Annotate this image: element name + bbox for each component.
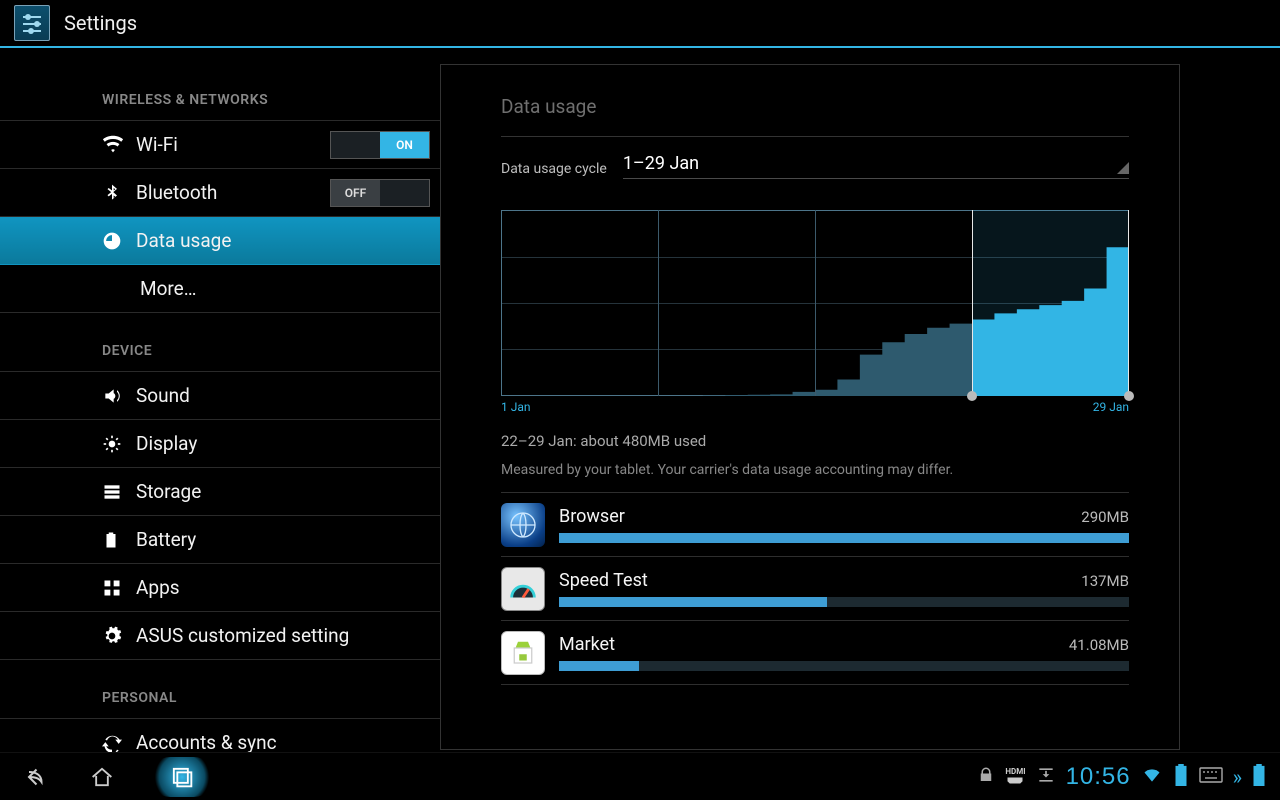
data-usage-panel: Data usage Data usage cycle 1–29 Jan (440, 64, 1180, 750)
app-name: Speed Test (559, 570, 1081, 591)
sidebar-item-more[interactable]: More… (0, 265, 440, 313)
sidebar-item-storage[interactable]: Storage (0, 468, 440, 516)
cycle-selector[interactable]: Data usage cycle 1–29 Jan (501, 137, 1129, 192)
range-handle-right[interactable] (1124, 391, 1134, 401)
app-size: 137MB (1081, 572, 1129, 590)
sidebar-item-battery[interactable]: Battery (0, 516, 440, 564)
expand-chevrons-icon[interactable]: » (1233, 765, 1242, 789)
settings-sidebar: WIRELESS & NETWORKS Wi-Fi ON Bluetooth O… (0, 48, 440, 752)
sidebar-item-accounts[interactable]: Accounts & sync (0, 719, 440, 752)
app-row[interactable]: Browser290MB (501, 493, 1129, 557)
sidebar-item-apps[interactable]: Apps (0, 564, 440, 612)
sidebar-item-asus-custom[interactable]: ASUS customized setting (0, 612, 440, 660)
sidebar-item-label: ASUS customized setting (136, 624, 440, 647)
sidebar-item-label: Wi-Fi (136, 133, 330, 156)
cycle-label: Data usage cycle (501, 161, 607, 179)
sidebar-item-label: Sound (136, 384, 440, 407)
app-row[interactable]: Market41.08MB (501, 621, 1129, 685)
sidebar-item-label: Display (136, 432, 440, 455)
wifi-toggle[interactable]: ON (330, 131, 430, 159)
bluetooth-icon (102, 183, 136, 203)
xaxis-start: 1 Jan (501, 400, 531, 414)
sidebar-item-label: Storage (136, 480, 440, 503)
home-button[interactable] (82, 757, 122, 797)
dropdown-corner-icon (1117, 162, 1129, 174)
wifi-icon (102, 134, 136, 156)
data-usage-icon (102, 231, 136, 251)
lock-icon[interactable] (977, 766, 995, 788)
apps-icon (102, 578, 136, 598)
download-icon[interactable] (1036, 765, 1056, 789)
sidebar-item-label: Apps (136, 576, 440, 599)
sidebar-item-label: Battery (136, 528, 440, 551)
battery-status-icon (1173, 764, 1189, 790)
sidebar-item-display[interactable]: Display (0, 420, 440, 468)
sidebar-item-bluetooth[interactable]: Bluetooth OFF (0, 169, 440, 217)
hdmi-icon: HDMI (1005, 768, 1025, 785)
gear-icon (102, 626, 136, 646)
brightness-icon (102, 434, 136, 454)
keyboard-status-icon (1199, 767, 1223, 787)
app-name: Browser (559, 506, 1081, 527)
app-usage-list: Browser290MBSpeed Test137MBMarket41.08MB (501, 493, 1129, 685)
status-clock[interactable]: 10:56 (1066, 763, 1131, 791)
app-usage-bar (559, 533, 1129, 543)
sidebar-section-device: DEVICE (0, 313, 440, 372)
storage-icon (102, 482, 136, 502)
cycle-value: 1–29 Jan (623, 153, 1117, 174)
sidebar-section-wireless: WIRELESS & NETWORKS (0, 48, 440, 121)
usage-summary: 22–29 Jan: about 480MB used (501, 414, 1129, 456)
recent-apps-button[interactable] (150, 757, 214, 797)
sidebar-item-data-usage[interactable]: Data usage (0, 217, 440, 265)
settings-icon (14, 5, 50, 41)
bluetooth-toggle[interactable]: OFF (330, 179, 430, 207)
toggle-on-label: ON (380, 132, 429, 158)
back-button[interactable] (14, 757, 54, 797)
toggle-off-label: OFF (331, 180, 380, 206)
app-header: Settings (0, 0, 1280, 48)
sidebar-item-label: More… (140, 277, 440, 300)
sync-icon (102, 733, 136, 753)
usage-disclaimer: Measured by your tablet. Your carrier's … (501, 456, 1129, 493)
app-size: 41.08MB (1069, 636, 1129, 654)
sidebar-item-label: Data usage (136, 229, 440, 252)
app-usage-bar (559, 597, 1129, 607)
wifi-status-icon (1141, 765, 1163, 789)
battery-icon (102, 530, 136, 550)
sidebar-item-wifi[interactable]: Wi-Fi ON (0, 121, 440, 169)
sidebar-item-label: Accounts & sync (136, 731, 440, 752)
sidebar-item-sound[interactable]: Sound (0, 372, 440, 420)
panel-title: Data usage (501, 95, 1129, 137)
chart-xaxis: 1 Jan 29 Jan (501, 396, 1129, 414)
sound-icon (102, 386, 136, 406)
xaxis-end: 29 Jan (1093, 400, 1129, 414)
system-navbar: HDMI 10:56 » (0, 752, 1280, 800)
app-size: 290MB (1081, 508, 1129, 526)
sidebar-item-label: Bluetooth (136, 181, 330, 204)
app-row[interactable]: Speed Test137MB (501, 557, 1129, 621)
sidebar-section-personal: PERSONAL (0, 660, 440, 719)
app-name: Market (559, 634, 1069, 655)
range-handle-left[interactable] (967, 391, 977, 401)
app-usage-bar (559, 661, 1129, 671)
battery-dock-icon (1252, 764, 1266, 790)
page-title: Settings (64, 11, 137, 35)
usage-chart[interactable] (501, 210, 1129, 396)
